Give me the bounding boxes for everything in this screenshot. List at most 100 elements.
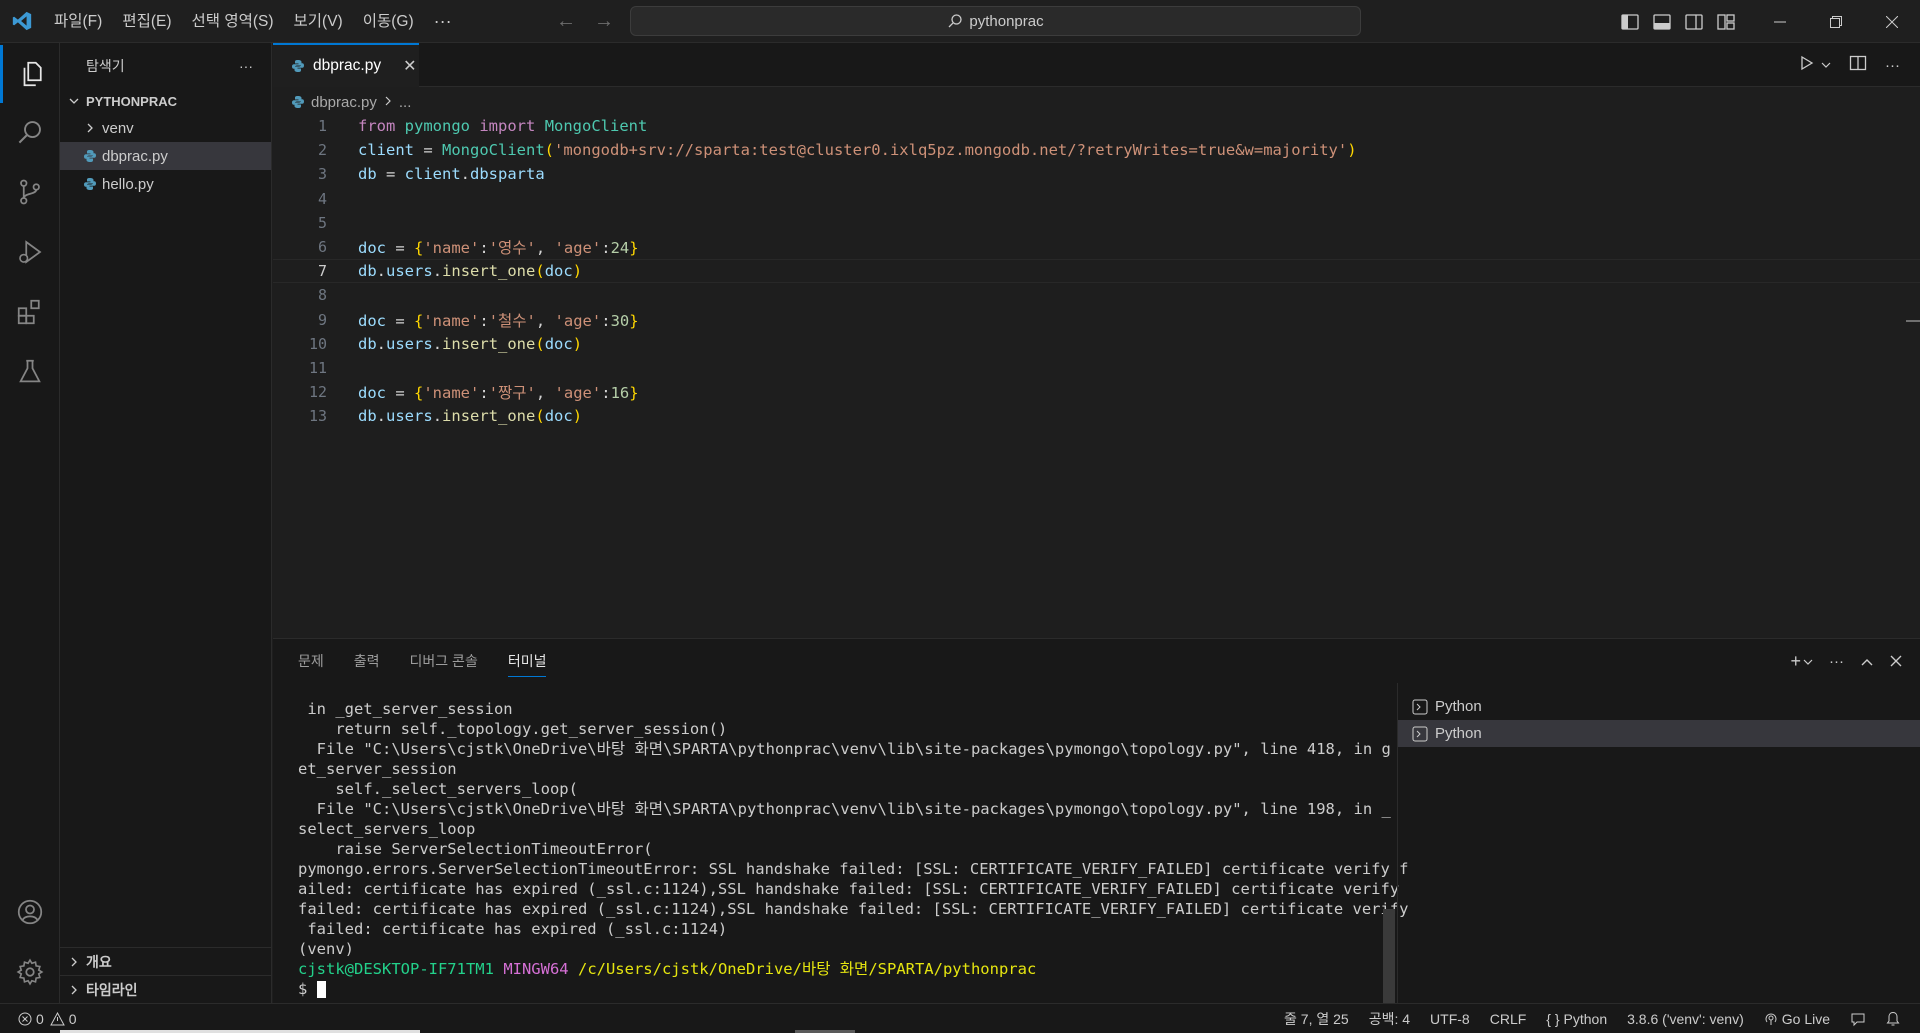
terminal-line: raise ServerSelectionTimeoutError(: [298, 840, 653, 858]
customize-layout-icon[interactable]: [1716, 12, 1736, 32]
code-token: doc: [544, 262, 573, 281]
tree-item-label: venv: [102, 119, 134, 137]
close-panel-icon[interactable]: [1890, 651, 1902, 672]
code-token: pymongo: [404, 117, 470, 135]
source-control-icon[interactable]: [0, 163, 60, 221]
menu-file[interactable]: 파일(F): [44, 0, 112, 43]
code-editor[interactable]: 1 from pymongo import MongoClient 2 client …: [273, 114, 1920, 638]
end-of-line[interactable]: CRLF: [1490, 1011, 1527, 1027]
terminal-output[interactable]: in _get_server_session return self._topo…: [298, 699, 1408, 999]
encoding[interactable]: UTF-8: [1430, 1011, 1470, 1027]
code-token: 'age': [554, 384, 602, 403]
run-python-file-icon[interactable]: [1799, 55, 1815, 75]
panel-more-icon[interactable]: ···: [1829, 653, 1844, 670]
accounts-icon[interactable]: [0, 883, 60, 941]
code-token: .: [376, 334, 387, 353]
code-line[interactable]: 4: [273, 187, 1920, 211]
language-mode[interactable]: { } Python: [1546, 1011, 1607, 1027]
explorer-icon[interactable]: [0, 45, 60, 103]
code-line[interactable]: 5: [273, 211, 1920, 235]
cursor-position[interactable]: 줄 7, 열 25: [1284, 1009, 1349, 1029]
timeline-section[interactable]: 타임라인: [60, 975, 272, 1003]
close-window-icon[interactable]: [1864, 0, 1920, 43]
terminal-item[interactable]: Python: [1398, 693, 1920, 720]
menu-view[interactable]: 보기(V): [284, 0, 353, 43]
tree-item-hello[interactable]: hello.py: [60, 170, 271, 198]
tab-output[interactable]: 출력: [354, 639, 395, 683]
restore-icon[interactable]: [1808, 0, 1864, 43]
code-line[interactable]: 2 client = MongoClient('mongodb+srv://spa…: [273, 138, 1920, 162]
line-number: 9: [317, 310, 327, 329]
terminal-cursor: [316, 981, 326, 998]
terminal-scrollbar[interactable]: [1383, 909, 1395, 1004]
terminal-line: File "C:\Users\cjstk\OneDrive\바탕 화면\SPAR…: [298, 800, 1391, 818]
split-editor-icon[interactable]: [1849, 54, 1867, 76]
code-line[interactable]: 7 db.users.insert_one(doc): [273, 259, 1920, 284]
extensions-icon[interactable]: [0, 283, 60, 341]
notifications-bell-icon[interactable]: [1886, 1011, 1900, 1027]
line-number: 2: [317, 141, 327, 160]
terminal-item[interactable]: Python: [1398, 720, 1920, 747]
minimize-icon[interactable]: [1752, 0, 1808, 43]
menu-more-icon[interactable]: ···: [424, 11, 462, 32]
breadcrumb-file[interactable]: dbprac.py: [311, 94, 377, 111]
more-actions-icon[interactable]: ···: [1885, 57, 1900, 74]
toggle-secondary-sidebar-icon[interactable]: [1684, 12, 1704, 32]
problems-status[interactable]: 0 0: [18, 1004, 77, 1033]
code-token: {: [414, 384, 424, 403]
line-number: 1: [317, 117, 327, 135]
code-line[interactable]: 10 db.users.insert_one(doc): [273, 332, 1920, 356]
testing-flask-icon[interactable]: [0, 343, 60, 401]
back-arrow-icon[interactable]: ←: [556, 10, 576, 33]
go-live-label: Go Live: [1781, 1010, 1830, 1027]
command-center-search[interactable]: pythonprac: [630, 6, 1361, 36]
menu-go[interactable]: 이동(G): [353, 0, 424, 43]
code-line[interactable]: 1 from pymongo import MongoClient: [273, 114, 1920, 138]
feedback-icon[interactable]: [1850, 1011, 1866, 1027]
terminal-input-line[interactable]: $: [298, 979, 1378, 999]
panel-tabs: 문제 출력 디버그 콘솔 터미널: [298, 639, 576, 683]
python-interpreter[interactable]: 3.8.6 ('venv': venv): [1627, 1011, 1744, 1027]
code-token: 16: [610, 384, 630, 403]
toggle-panel-icon[interactable]: [1652, 12, 1672, 32]
code-text: client = MongoClient('mongodb+srv://spar…: [358, 141, 1357, 159]
tab-debug-console[interactable]: 디버그 콘솔: [410, 639, 493, 683]
indentation[interactable]: 공백: 4: [1369, 1009, 1410, 1029]
run-debug-icon[interactable]: [0, 223, 60, 281]
code-token: 'mongodb+srv://sparta:test@cluster0.ixlq…: [554, 141, 1348, 160]
chevron-down-icon[interactable]: [1803, 651, 1813, 672]
code-token: 'name': [423, 239, 480, 257]
code-line[interactable]: 13 db.users.insert_one(doc): [273, 404, 1920, 428]
code-line[interactable]: 12 doc = {'name':'짱구', 'age':16}: [273, 380, 1920, 404]
code-line[interactable]: 11: [273, 356, 1920, 380]
explorer-more-icon[interactable]: ···: [239, 58, 253, 74]
tab-terminal[interactable]: 터미널: [507, 639, 562, 683]
menu-edit[interactable]: 편집(E): [112, 0, 181, 43]
code-token: users: [386, 334, 433, 353]
menu-selection[interactable]: 선택 영역(S): [182, 0, 284, 43]
tab-problems[interactable]: 문제: [298, 639, 339, 683]
new-terminal-plus-icon[interactable]: +: [1790, 651, 1801, 672]
tab-dbprac[interactable]: dbprac.py ✕: [273, 43, 419, 87]
outline-section[interactable]: 개요: [60, 947, 272, 975]
code-line[interactable]: 9 doc = {'name':'철수', 'age':30}: [273, 308, 1920, 332]
maximize-panel-icon[interactable]: [1860, 651, 1874, 672]
search-view-icon[interactable]: [0, 103, 60, 161]
forward-arrow-icon[interactable]: →: [594, 10, 614, 33]
code-text: db.users.insert_one(doc): [358, 335, 582, 353]
terminal-line: in _get_server_session: [298, 700, 513, 718]
chevron-down-icon[interactable]: [1821, 57, 1831, 74]
tree-item-dbprac[interactable]: dbprac.py: [60, 142, 271, 170]
toggle-primary-sidebar-icon[interactable]: [1620, 12, 1640, 32]
go-live-button[interactable]: Go Live: [1764, 1011, 1830, 1027]
breadcrumb-symbol[interactable]: ...: [399, 94, 412, 111]
manage-gear-icon[interactable]: [0, 943, 60, 1001]
code-line[interactable]: 3 db = client.dbsparta: [273, 162, 1920, 186]
code-line[interactable]: 8: [273, 283, 1920, 307]
code-line[interactable]: 6 doc = {'name':'영수', 'age':24}: [273, 235, 1920, 259]
tree-item-venv[interactable]: venv: [60, 114, 271, 142]
project-folder-header[interactable]: PYTHONPRAC: [60, 88, 271, 114]
close-icon[interactable]: ✕: [403, 56, 416, 76]
